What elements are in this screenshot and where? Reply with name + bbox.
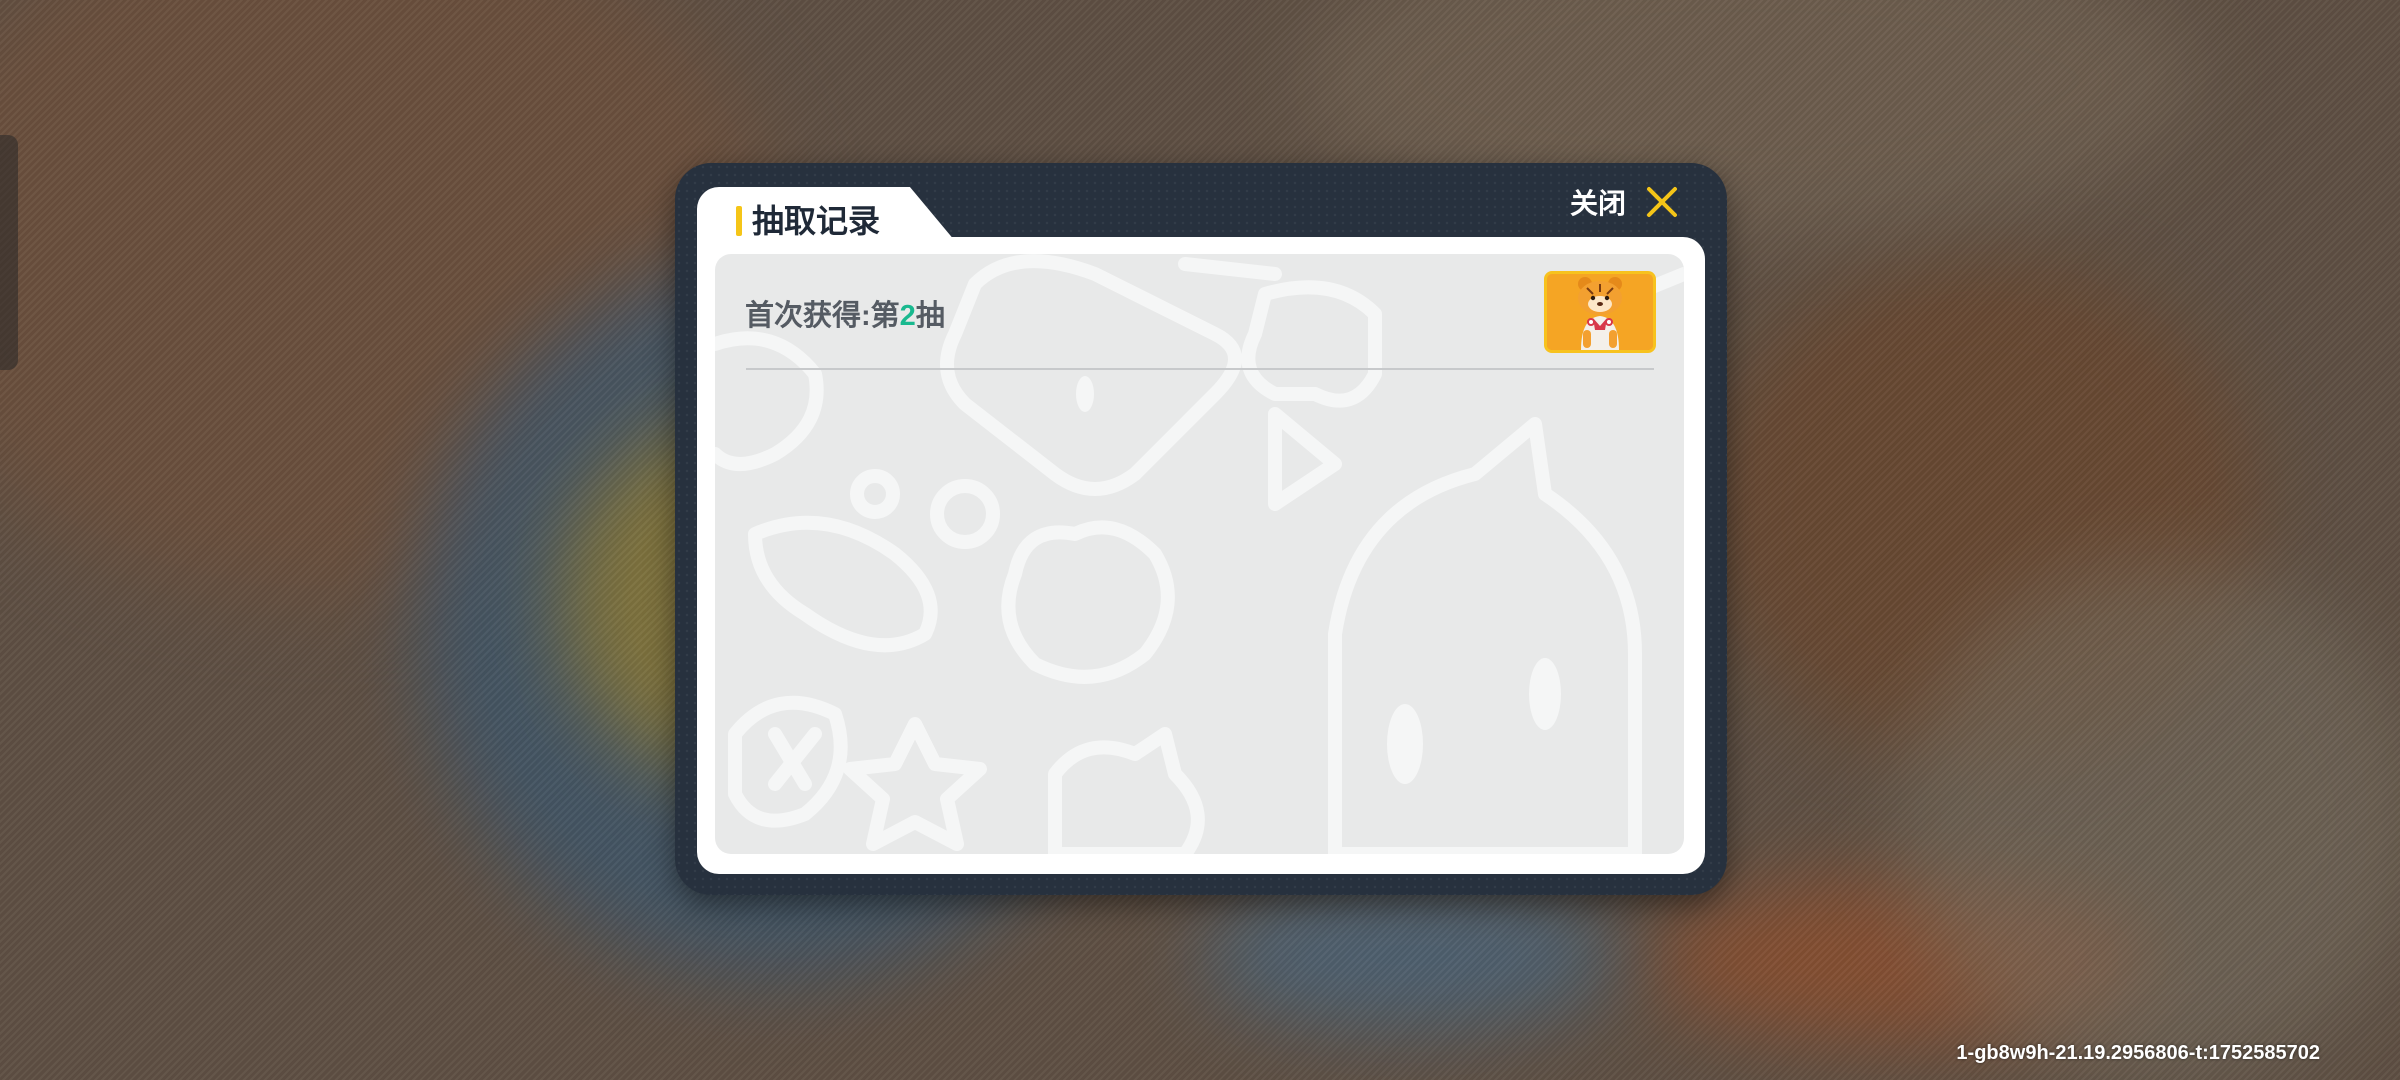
title-accent-bar [736, 206, 742, 236]
build-version-text: 1-gb8w9h-21.19.2956806-t:1752585702 [1956, 1042, 2320, 1064]
record-draw-number: 2 [899, 300, 916, 332]
dialog-title: 抽取记录 [752, 203, 881, 239]
record-suffix: 抽 [915, 300, 945, 332]
tiger-character-icon[interactable] [1544, 271, 1656, 353]
record-prefix: 首次获得:第 [745, 300, 900, 332]
record-divider [746, 368, 1654, 370]
game-screen: 抽取记录 关闭 首次获得:第2抽 1-gb8w9h-21.19.2956806-… [0, 0, 2400, 1080]
close-icon [1647, 187, 1678, 217]
record-list[interactable] [715, 254, 1684, 854]
doodle-pattern [715, 254, 1684, 854]
side-drawer-handle[interactable] [0, 135, 18, 370]
tiger-character-icon [1547, 274, 1653, 350]
close-button[interactable]: 关闭 [1570, 176, 1690, 228]
close-label: 关闭 [1570, 188, 1627, 219]
record-entry-text: 首次获得:第2抽 [745, 296, 945, 336]
